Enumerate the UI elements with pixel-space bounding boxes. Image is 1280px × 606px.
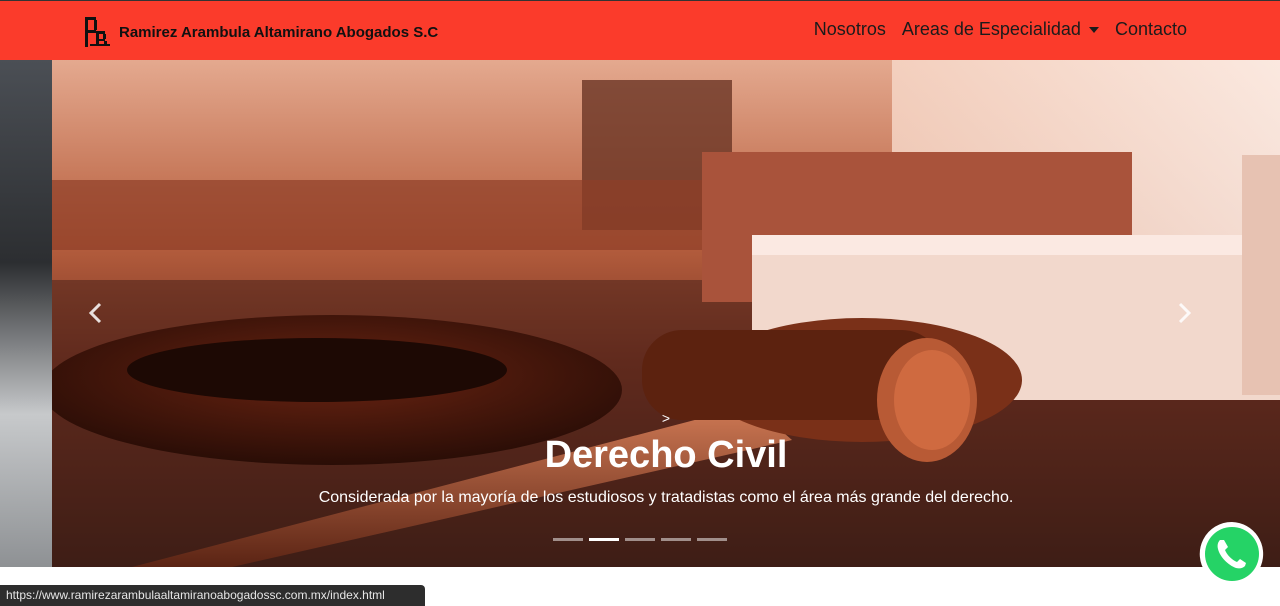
browser-status-bar: https://www.ramirezarambulaaltamiranoabo… bbox=[0, 585, 425, 606]
nav-label: Contacto bbox=[1114, 19, 1187, 39]
carousel-indicator[interactable] bbox=[697, 538, 727, 541]
dropdown-caret-icon bbox=[1088, 26, 1099, 33]
logo-icon bbox=[85, 17, 110, 47]
next-arrow-icon bbox=[1178, 302, 1192, 324]
nav-label: Nosotros bbox=[813, 19, 886, 39]
navbar: Ramirez Arambula Altamirano Abogados S.C… bbox=[0, 0, 1280, 60]
carousel-indicator[interactable] bbox=[589, 538, 619, 541]
carousel-indicator[interactable] bbox=[661, 538, 691, 541]
hero-carousel: > Derecho Civil Considerada por la mayor… bbox=[0, 60, 1280, 567]
previous-slide-preview bbox=[0, 60, 52, 567]
nav-item-contacto[interactable]: Contacto bbox=[1115, 19, 1187, 40]
nav-item-nosotros[interactable]: Nosotros bbox=[814, 19, 886, 40]
brand[interactable]: Ramirez Arambula Altamirano Abogados S.C bbox=[85, 17, 438, 47]
nav-label: Areas de Especialidad bbox=[901, 19, 1081, 39]
whatsapp-icon[interactable] bbox=[1196, 518, 1268, 590]
main-nav: Nosotros Areas de Especialidad Contacto bbox=[814, 19, 1187, 40]
caption-arrow: > bbox=[661, 410, 671, 426]
slide-title: Derecho Civil bbox=[544, 434, 788, 476]
carousel-indicator[interactable] bbox=[625, 538, 655, 541]
prev-arrow-icon bbox=[88, 302, 102, 324]
carousel-indicators bbox=[553, 538, 727, 541]
slide-description: Considerada por la mayoría de los estudi… bbox=[318, 489, 1014, 506]
carousel-indicator[interactable] bbox=[553, 538, 583, 541]
brand-name: Ramirez Arambula Altamirano Abogados S.C bbox=[119, 23, 439, 41]
carousel-next-button[interactable] bbox=[1169, 298, 1199, 328]
carousel-prev-button[interactable] bbox=[81, 298, 111, 328]
nav-item-areas-de-especialidad[interactable]: Areas de Especialidad bbox=[902, 19, 1099, 40]
